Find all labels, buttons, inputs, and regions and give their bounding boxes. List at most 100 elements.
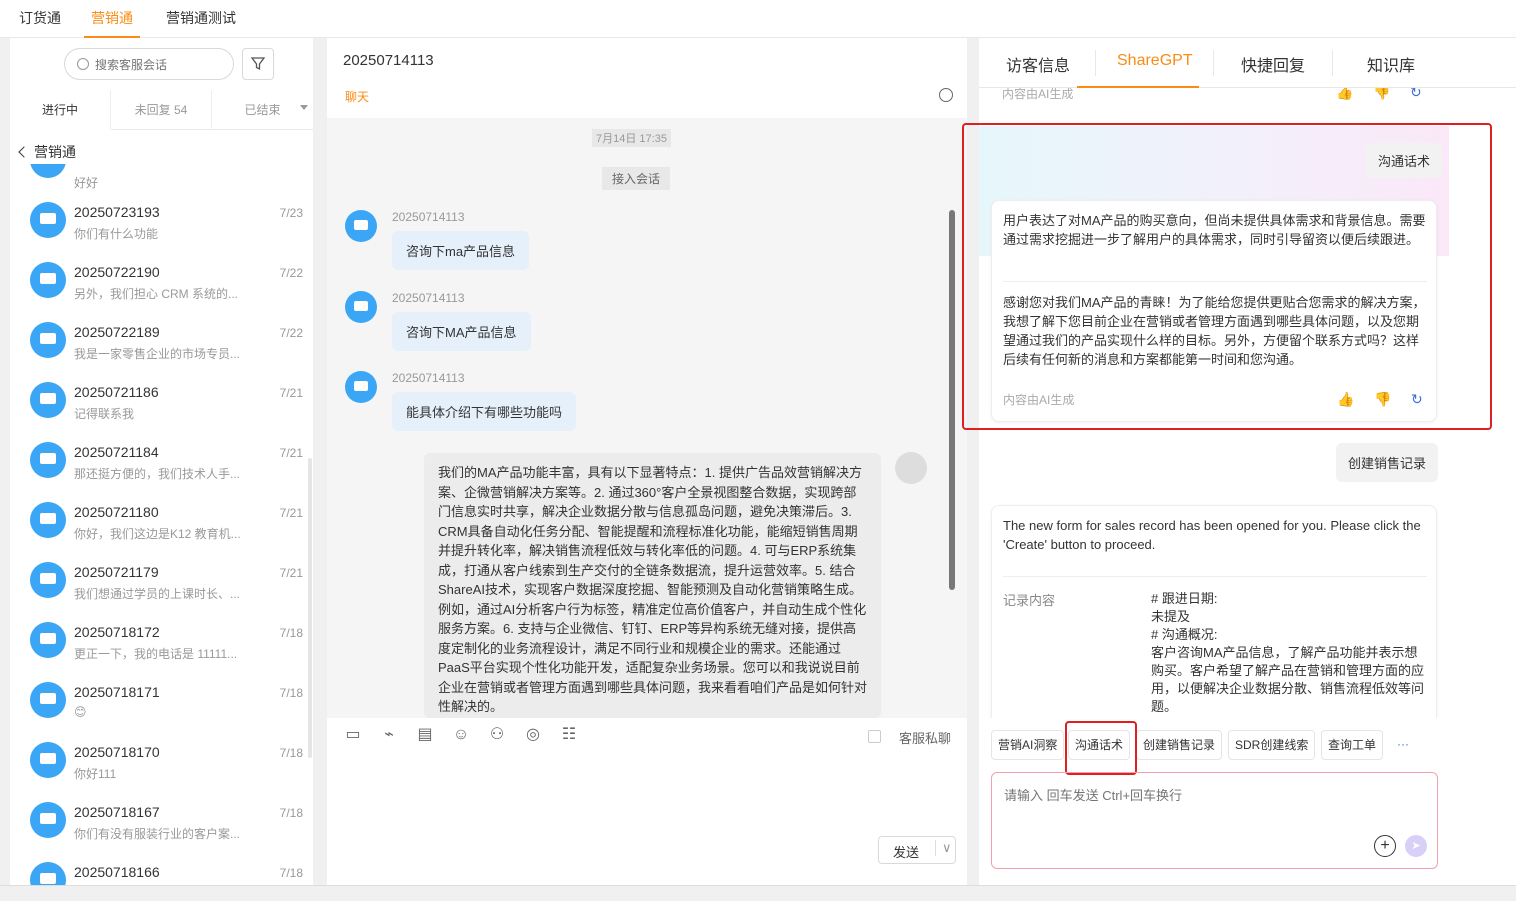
more-icon[interactable]: ··· xyxy=(1391,730,1415,760)
target-icon[interactable]: ◎ xyxy=(523,726,543,744)
template-icon[interactable]: ☷ xyxy=(559,726,579,744)
conversation-name: 20250718172 xyxy=(74,624,160,640)
agent-reply-bubble: 我们的MA产品功能丰富，具有以下显著特点：1. 提供广告品效营销解决方案、企微营… xyxy=(424,453,881,718)
chevron-down-icon[interactable]: ∨ xyxy=(935,840,952,856)
avatar xyxy=(30,682,66,718)
chip-marketing-ai-insight[interactable]: 营销AI洞察 xyxy=(991,730,1065,760)
conversation-item[interactable]: 20250718172 7/18 更正一下，我的电话是 11111... xyxy=(10,610,307,670)
chip-sdr-create-lead[interactable]: SDR创建线索 xyxy=(1228,730,1316,760)
search-box[interactable] xyxy=(64,48,234,80)
add-contact-icon[interactable]: ⚇ xyxy=(487,726,507,744)
tab-ended[interactable]: 已结束 xyxy=(212,90,313,130)
highlight-box xyxy=(1065,721,1137,775)
answer-text: The new form for sales record has been o… xyxy=(1003,518,1421,552)
conversation-item[interactable]: 20250718167 7/18 你们有没有服装行业的客户案... xyxy=(10,790,307,850)
add-icon[interactable]: + xyxy=(1374,835,1396,857)
image-icon[interactable]: ▭ xyxy=(343,726,363,744)
conversation-item[interactable]: 20250718166 7/18 xyxy=(10,850,307,885)
conversation-preview: 更正一下，我的电话是 11111... xyxy=(74,647,238,661)
list-item-partial[interactable]: 好好 xyxy=(10,164,307,190)
thumbs-down-icon[interactable]: 👎 xyxy=(1373,88,1390,100)
conversation-preview: 那还挺方便的，我们技术人手... xyxy=(74,467,241,481)
avatar xyxy=(30,622,66,658)
avatar xyxy=(345,291,377,323)
conversation-name: 20250718166 xyxy=(74,864,160,880)
chip-create-sales-record[interactable]: 创建销售记录 xyxy=(1136,730,1223,760)
emoji-icon[interactable]: ☺ xyxy=(451,726,471,744)
send-label: 发送 xyxy=(893,845,920,860)
caret-down-icon[interactable] xyxy=(300,105,308,110)
highlight-box xyxy=(962,123,1492,430)
private-chat-label: 客服私聊 xyxy=(898,731,951,746)
conversation-item[interactable]: 20250718170 7/18 你好111 xyxy=(10,730,307,790)
send-icon[interactable]: ➤ xyxy=(1405,835,1427,857)
conversation-name: 20250722189 xyxy=(74,324,160,340)
scrollbar[interactable] xyxy=(949,210,955,590)
avatar xyxy=(30,502,66,538)
tab-unreplied[interactable]: 未回复 54 xyxy=(111,90,212,130)
conversation-date: 7/18 xyxy=(279,686,303,700)
chip-query-ticket[interactable]: 查询工单 xyxy=(1321,730,1384,760)
assistant-input[interactable] xyxy=(1004,785,1424,825)
message-bubble: 咨询下MA产品信息 xyxy=(392,312,531,351)
conversation-name: 20250723193 xyxy=(74,204,160,220)
filter-icon xyxy=(250,57,266,71)
conversation-item[interactable]: 20250721186 7/21 记得联系我 xyxy=(10,370,307,430)
conversation-item[interactable]: 20250721184 7/21 那还挺方便的，我们技术人手... xyxy=(10,430,307,490)
tab-dinghuotong[interactable]: 订货通 xyxy=(19,0,61,38)
avatar xyxy=(345,371,377,403)
top-app-tabs: 订货通 营销通 营销通测试 xyxy=(0,0,1516,38)
conversation-date: 7/18 xyxy=(279,866,303,880)
conversation-preview: 😊 xyxy=(74,705,87,719)
ai-answer-card: The new form for sales record has been o… xyxy=(991,505,1437,718)
conversation-item[interactable]: 20250722189 7/22 我是一家零售企业的市场专员... xyxy=(10,310,307,370)
avatar xyxy=(30,862,66,885)
conversation-name: 20250718170 xyxy=(74,744,160,760)
tab-yingxiaotong[interactable]: 营销通 xyxy=(84,0,140,38)
search-icon xyxy=(77,58,89,70)
filter-button[interactable] xyxy=(242,48,274,80)
file-icon[interactable]: ▤ xyxy=(415,726,435,744)
timestamp: 7月14日 17:35 xyxy=(592,129,671,147)
avatar xyxy=(345,210,377,242)
tab-knowledge-base[interactable]: 知识库 xyxy=(1367,52,1415,76)
conversation-item[interactable]: 20250721180 7/21 你好，我们这边是K12 教育机... xyxy=(10,490,307,550)
conversation-preview: 我是一家零售企业的市场专员... xyxy=(74,347,241,361)
private-chat-checkbox[interactable] xyxy=(868,730,881,743)
chat-panel: 20250714113 聊天 7月14日 17:35 接入会话 20250714… xyxy=(327,38,967,885)
conversation-name: 20250718171 xyxy=(74,684,160,700)
search-input[interactable] xyxy=(95,55,225,75)
tab-chat[interactable]: 聊天 xyxy=(345,88,369,105)
regenerate-icon[interactable]: ↻ xyxy=(1410,88,1426,100)
conversation-date: 7/21 xyxy=(279,506,303,520)
avatar xyxy=(30,164,66,178)
status-tabs: 进行中 未回复 54 已结束 xyxy=(10,90,313,130)
conversation-list-panel: 进行中 未回复 54 已结束 营销通 好好 20250723193 7/23 你们有… xyxy=(10,38,313,885)
attachment-icon[interactable]: ⌁ xyxy=(379,726,399,744)
join-session-button[interactable]: 接入会话 xyxy=(602,167,671,190)
conversation-date: 7/21 xyxy=(279,446,303,460)
settings-icon[interactable] xyxy=(939,88,953,102)
conversation-item[interactable]: 20250722190 7/22 另外，我们担心 CRM 系统的... xyxy=(10,250,307,310)
thumbs-up-icon[interactable]: 👍 xyxy=(1336,88,1353,100)
tab-sharegpt[interactable]: ShareGPT xyxy=(1117,52,1193,70)
tab-visitor-info[interactable]: 访客信息 xyxy=(1006,52,1070,76)
conversation-item[interactable]: 20250723193 7/23 你们有什么功能 xyxy=(10,190,307,250)
conversation-preview: 好好 xyxy=(74,176,99,190)
conversation-date: 7/23 xyxy=(279,206,303,220)
scrollbar[interactable] xyxy=(308,458,312,758)
conversation-item[interactable]: 20250718171 7/18 😊 xyxy=(10,670,307,730)
conversation-date: 7/18 xyxy=(279,806,303,820)
conversation-name: 20250721186 xyxy=(74,384,159,400)
assistant-tabs: 访客信息 ShareGPT 快捷回复 知识库 xyxy=(979,38,1516,88)
tab-quick-reply[interactable]: 快捷回复 xyxy=(1241,52,1305,76)
send-button[interactable]: 发送 ∨ xyxy=(878,836,956,864)
conversation-item[interactable]: 20250721179 7/21 我们想通过学员的上课时长、... xyxy=(10,550,307,610)
assistant-input-box[interactable]: + ➤ xyxy=(991,772,1438,869)
conversation-preview: 你们有没有服装行业的客户案... xyxy=(74,827,241,841)
breadcrumb[interactable]: 营销通 xyxy=(18,142,76,162)
tab-in-progress[interactable]: 进行中 xyxy=(10,90,111,130)
conversation-name: 20250722190 xyxy=(74,264,160,280)
tab-yingxiaotong-test[interactable]: 营销通测试 xyxy=(166,0,236,38)
breadcrumb-label: 营销通 xyxy=(34,144,76,160)
